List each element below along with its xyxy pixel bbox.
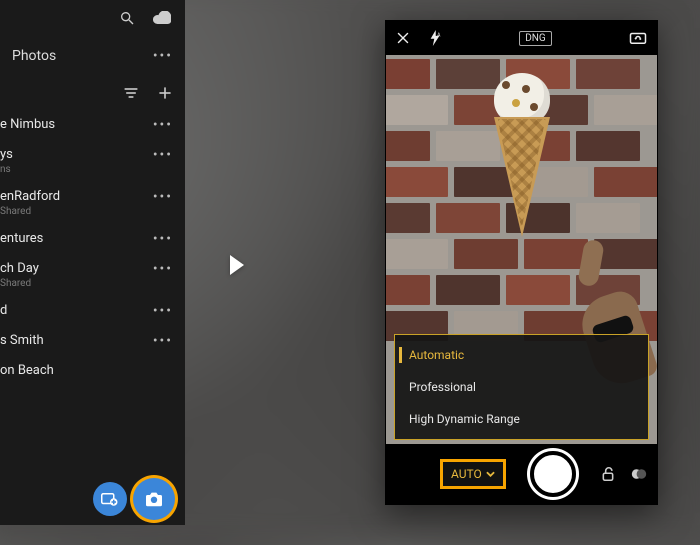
mode-hdr[interactable]: High Dynamic Range [395, 403, 648, 435]
camera-viewfinder: Automatic Professional High Dynamic Rang… [386, 55, 657, 444]
list-item[interactable]: enRadford Shared ••• [0, 182, 185, 224]
more-icon[interactable]: ••• [153, 231, 173, 247]
album-subtitle: ns [0, 164, 13, 175]
svg-text:A: A [437, 33, 441, 39]
more-icon[interactable]: ••• [153, 261, 173, 277]
album-subtitle: Shared [0, 278, 39, 289]
brick [386, 131, 430, 161]
camera-topbar: A DNG [386, 21, 657, 55]
brick [436, 131, 500, 161]
dng-badge[interactable]: DNG [519, 31, 552, 46]
camera-panel: A DNG [385, 20, 658, 505]
library-topbar [0, 0, 185, 36]
chevron-down-icon [486, 471, 495, 477]
brick [436, 275, 500, 305]
close-icon[interactable] [396, 31, 410, 45]
brick [506, 275, 570, 305]
all-photos-label: Photos [12, 48, 56, 64]
more-icon[interactable]: ••• [153, 333, 173, 349]
album-title: ys [0, 147, 13, 162]
brick [386, 95, 448, 125]
more-icon[interactable]: ••• [153, 117, 173, 133]
list-item[interactable]: ys ns ••• [0, 140, 185, 182]
mode-selector-label: AUTO [451, 467, 482, 481]
mode-selector-button[interactable]: AUTO [440, 459, 506, 489]
brick [386, 59, 430, 89]
overlay-icon[interactable] [631, 467, 647, 481]
brick [386, 167, 448, 197]
brick [454, 239, 518, 269]
import-button[interactable] [93, 482, 127, 516]
mode-automatic[interactable]: Automatic [395, 339, 648, 371]
brick [386, 203, 430, 233]
flow-arrow-icon [230, 255, 244, 275]
flash-icon[interactable]: A [428, 30, 442, 46]
brick [436, 203, 500, 233]
brick [386, 239, 448, 269]
cloud-icon[interactable] [153, 11, 171, 25]
more-icon[interactable]: ••• [153, 147, 173, 163]
album-title: entures [0, 231, 43, 246]
list-item[interactable]: ch Day Shared ••• [0, 254, 185, 296]
ice-cream-cone [494, 117, 550, 237]
album-title: d [0, 303, 7, 318]
switch-camera-icon[interactable] [629, 31, 647, 45]
more-icon[interactable]: ••• [153, 48, 173, 64]
album-title: e Nimbus [0, 117, 55, 132]
all-photos-header[interactable]: Photos ••• [0, 36, 185, 76]
list-item[interactable]: s Smith ••• [0, 326, 185, 356]
brick [576, 59, 640, 89]
add-icon[interactable] [157, 85, 173, 101]
brick [576, 131, 640, 161]
sort-icon[interactable] [123, 86, 139, 100]
camera-bottombar: AUTO [386, 444, 657, 504]
album-title: on Beach [0, 363, 54, 378]
brick [594, 167, 657, 197]
album-title: enRadford [0, 189, 60, 204]
capture-mode-menu: Automatic Professional High Dynamic Rang… [394, 334, 649, 440]
shutter-button[interactable] [530, 451, 576, 497]
library-panel: Photos ••• e Nimbus ••• ys ns ••• enRadfo… [0, 0, 185, 525]
albums-toolbar [0, 76, 185, 110]
album-title: ch Day [0, 261, 39, 276]
list-item[interactable]: e Nimbus ••• [0, 110, 185, 140]
album-title: s Smith [0, 333, 44, 348]
brick [436, 59, 500, 89]
list-item[interactable]: on Beach [0, 356, 185, 385]
album-subtitle: Shared [0, 206, 60, 217]
list-item[interactable]: d ••• [0, 296, 185, 326]
mode-professional[interactable]: Professional [395, 371, 648, 403]
brick [594, 95, 657, 125]
library-bottombar [0, 473, 185, 525]
more-icon[interactable]: ••• [153, 303, 173, 319]
list-item[interactable]: entures ••• [0, 224, 185, 254]
lock-open-icon[interactable] [601, 466, 615, 482]
more-icon[interactable]: ••• [153, 189, 173, 205]
album-list: e Nimbus ••• ys ns ••• enRadford Shared ••… [0, 110, 185, 473]
brick [576, 203, 640, 233]
camera-button[interactable] [133, 478, 175, 520]
search-icon[interactable] [119, 10, 135, 26]
brick [386, 275, 430, 305]
